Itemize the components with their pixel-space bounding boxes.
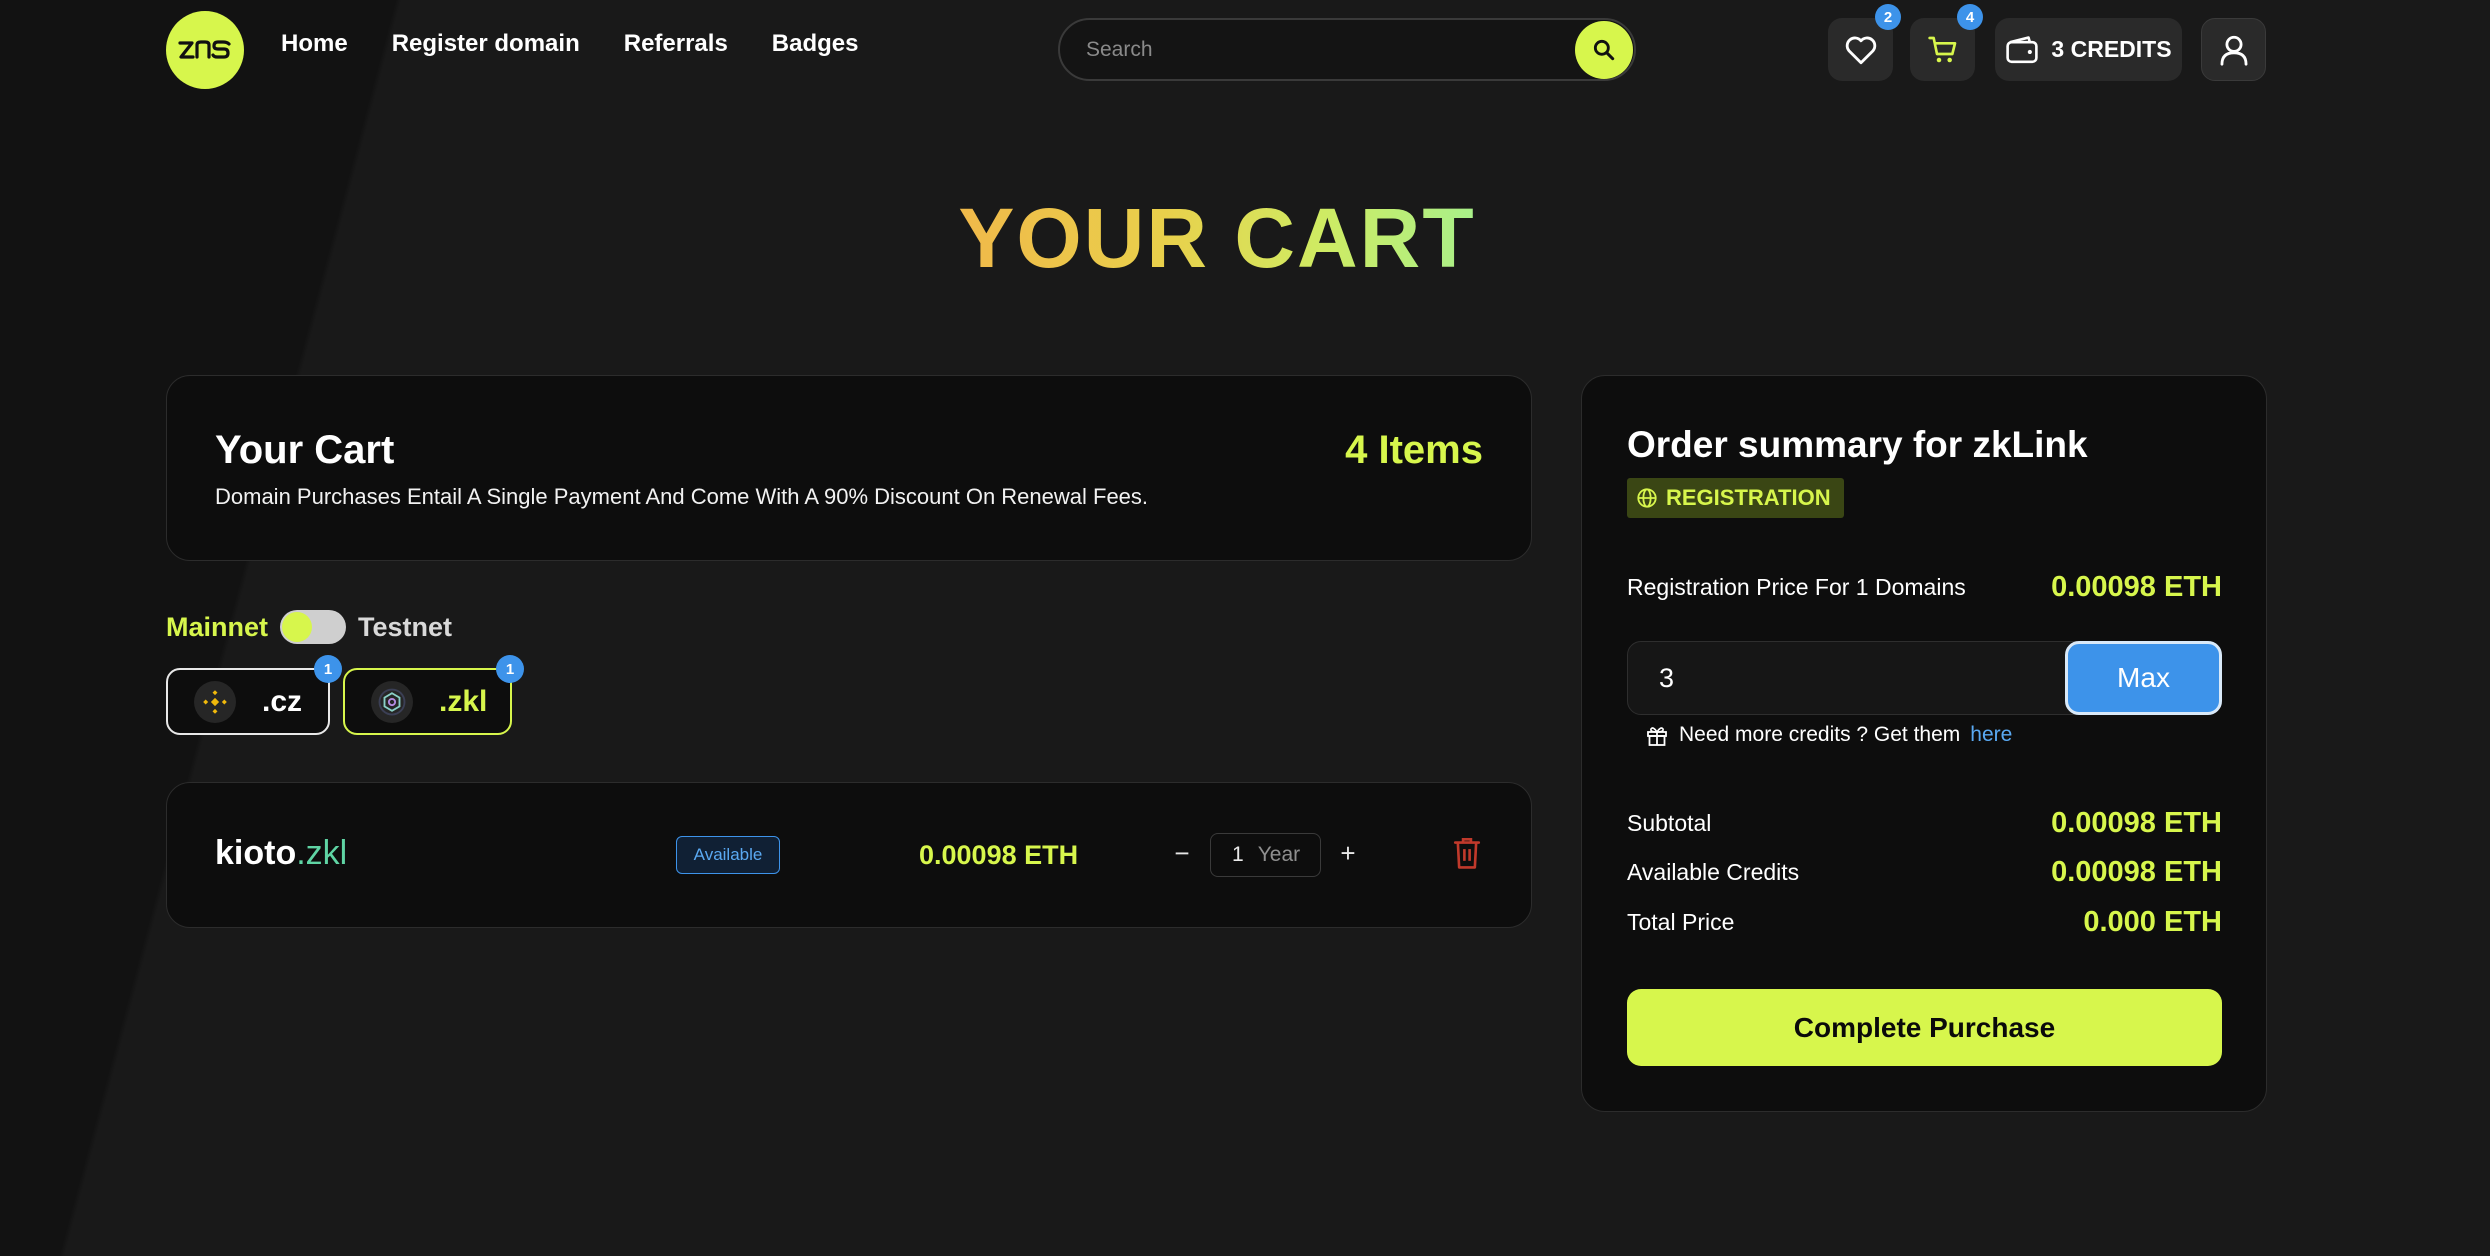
favorites-button[interactable]: 2 [1828,4,1901,81]
cart-icon [1927,36,1956,62]
cart-count-badge: 4 [1957,4,1983,30]
page-title: YOUR CART [0,190,2434,287]
domain-tld: .zkl [296,834,348,872]
logo-mark [178,40,231,59]
heart-icon [1845,36,1876,64]
need-credits-text: Need more credits ? Get them [1679,723,1961,746]
page-title-text: YOUR CART [958,191,1476,285]
tld-filter-zkl[interactable]: .zkl 1 [343,655,524,735]
complete-purchase-button[interactable]: Complete Purchase [1627,989,2222,1066]
testnet-label: Testnet [358,611,453,642]
toggle-knob [282,612,313,642]
nav-referrals[interactable]: Referrals [624,30,728,58]
user-icon [2220,35,2247,66]
bnb-icon [194,680,236,723]
registration-price-value: 0.00098 ETH [2051,571,2222,603]
wallet-icon [2006,35,2039,63]
max-credits-button[interactable]: Max [2065,641,2222,715]
favorites-count-badge: 2 [1875,4,1901,30]
need-credits-note: Need more credits ? Get them here [1645,723,2012,747]
available-credits-row: Available Credits 0.00098 ETH [1627,856,2222,889]
summary-title: Order summary for zkLink [1627,424,2088,465]
years-stepper[interactable]: 1 Year [1210,833,1321,877]
search-button[interactable] [1575,20,1633,79]
cart-header-card: Your Cart Domain Purchases Entail A Sing… [166,375,1532,561]
increase-years-button[interactable]: + [1333,838,1363,868]
bnb-icon-glyph [203,689,227,714]
domain-label: kioto [215,834,297,872]
credits-input-group: Max [1627,641,2222,715]
globe-icon [1637,488,1657,508]
years-value: 1 [1232,843,1244,866]
item-price: 0.00098 ETH [919,840,1079,870]
trash-icon [1453,837,1481,869]
total-price-value: 0.000 ETH [2083,906,2222,938]
decrease-years-button[interactable]: − [1167,838,1197,868]
zklink-icon [371,680,413,723]
tld-count-badge: 1 [314,655,342,683]
order-summary-card: Order summary for zkLink REGISTRATION Re… [1581,375,2267,1112]
network-switch: Mainnet Testnet [166,610,452,644]
tld-label-zkl: .zkl [439,684,488,718]
domain-name: kioto.zkl [215,834,347,873]
zklink-icon-glyph [378,688,406,715]
cart-button[interactable]: 4 [1910,4,1983,81]
registration-price-row: Registration Price For 1 Domains 0.00098… [1627,571,2222,604]
credits-input[interactable] [1628,642,2058,714]
subtotal-label: Subtotal [1627,810,1712,836]
cart-item-row: kioto.zkl Available 0.00098 ETH − 1 Year… [166,782,1532,928]
subtotal-row: Subtotal 0.00098 ETH [1627,807,2222,840]
registration-price-label: Registration Price For 1 Domains [1627,574,1966,600]
credits-label: 3 CREDITS [2051,36,2172,62]
cart-item-count: 4 Items [1345,428,1483,472]
profile-button[interactable] [2201,18,2266,81]
registration-tag-label: REGISTRATION [1666,485,1831,510]
nav-badges[interactable]: Badges [772,30,859,58]
search-icon [1593,39,1615,60]
search-bar [1058,18,1636,81]
registration-tag: REGISTRATION [1627,478,1844,518]
available-credits-label: Available Credits [1627,859,1800,885]
credits-button[interactable]: 3 CREDITS [1995,18,2182,81]
main-nav: Home Register domain Referrals Badges [281,30,859,58]
tld-filter-cz[interactable]: .cz 1 [166,655,342,735]
mainnet-label: Mainnet [166,611,269,642]
total-price-row: Total Price 0.000 ETH [1627,906,2222,939]
cart-title: Your Cart [215,428,395,472]
network-toggle[interactable] [280,610,347,644]
total-price-label: Total Price [1627,909,1735,935]
cart-subtitle: Domain Purchases Entail A Single Payment… [215,484,1149,509]
gift-icon [1647,727,1667,746]
get-credits-link[interactable]: here [1970,723,2012,747]
tld-label-cz: .cz [262,684,303,718]
years-unit: Year [1257,843,1301,866]
nav-home[interactable]: Home [281,30,348,58]
availability-badge: Available [676,836,780,874]
subtotal-value: 0.00098 ETH [2051,807,2222,839]
remove-item-button[interactable] [1451,836,1483,870]
zns-logo[interactable] [166,11,244,89]
nav-register-domain[interactable]: Register domain [392,30,580,58]
available-credits-value: 0.00098 ETH [2051,856,2222,888]
tld-count-badge: 1 [496,655,524,683]
search-input[interactable] [1060,20,1575,79]
